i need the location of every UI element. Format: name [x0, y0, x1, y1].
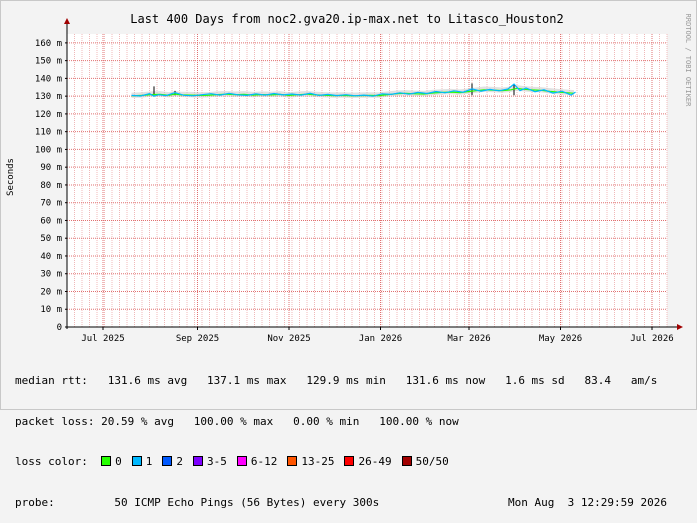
packet-loss-row: packet loss: 20.59 % avg 100.00 % max 0.… [15, 415, 695, 429]
y-tick-label: 90 m [40, 163, 62, 173]
loss-color-item-label: 26-49 [358, 455, 392, 468]
loss-color-swatch [131, 456, 142, 466]
legend-area: median rtt: 131.6 ms avg 137.1 ms max 12… [15, 347, 695, 523]
x-tick-label: Jan 2026 [359, 334, 402, 344]
y-tick-label: 20 m [40, 287, 62, 297]
x-tick-label: May 2026 [539, 334, 582, 344]
loss-color-label: loss color: [15, 455, 88, 468]
loss-color-item: 1 [131, 455, 153, 468]
loss-color-item-label: 1 [145, 455, 153, 468]
x-tick-label: Nov 2025 [267, 334, 310, 344]
y-tick-label: 40 m [40, 252, 62, 262]
y-tick-label: 60 m [40, 216, 62, 226]
loss-color-item-label: 0 [115, 455, 122, 468]
loss-color-item-label: 50/50 [415, 455, 449, 468]
side-label: RRDTOOL / TOBI OETIKER [684, 14, 692, 108]
x-tick-label: Mar 2026 [447, 334, 490, 344]
y-tick-label: 110 m [35, 128, 62, 138]
y-tick-label: 80 m [40, 181, 62, 191]
y-tick-label: 130 m [35, 92, 62, 102]
loss-color-swatch [162, 456, 173, 466]
y-tick-label: 70 m [40, 199, 62, 209]
y-axis-label: Seconds [6, 158, 16, 196]
loss-color-row: loss color: 0 1 2 3-5 6-12 13-25 26-49 50/50 [15, 455, 695, 469]
y-tick-label: 120 m [35, 110, 62, 120]
loss-color-item-label: 3-5 [206, 455, 227, 468]
loss-color-item: 3-5 [192, 455, 227, 468]
chart: Last 400 Days from noc2.gva20.ip-max.net… [6, 12, 692, 344]
y-tick-label: 10 m [40, 305, 62, 315]
packet-loss-text: packet loss: 20.59 % avg 100.00 % max 0.… [15, 414, 459, 428]
loss-color-item-label: 13-25 [301, 455, 335, 468]
probe-row: probe: 50 ICMP Echo Pings (56 Bytes) eve… [15, 496, 695, 510]
y-axis-arrow [64, 18, 70, 24]
loss-color-swatch [287, 456, 298, 466]
probe-label: probe: [15, 495, 55, 509]
x-tick-label: Jul 2025 [81, 334, 124, 344]
y-tick-label: 160 m [35, 39, 62, 49]
median-rtt-text: median rtt: 131.6 ms avg 137.1 ms max 12… [15, 374, 658, 387]
loss-color-item-label: 2 [176, 455, 183, 468]
probe-text: 50 ICMP Echo Pings (56 Bytes) every 300s [114, 495, 380, 509]
loss-color-swatch [401, 456, 412, 466]
loss-color-item-label: 6-12 [250, 455, 278, 468]
y-tick-label: 140 m [35, 74, 62, 84]
y-tick-label: 50 m [40, 234, 62, 244]
loss-color-swatch [101, 456, 112, 466]
y-tick-label: 0 [57, 323, 62, 333]
chart-title: Last 400 Days from noc2.gva20.ip-max.net… [130, 12, 563, 26]
loss-color-item: 13-25 [287, 455, 334, 468]
loss-color-swatch [236, 456, 247, 466]
loss-color-item: 0 [101, 455, 122, 468]
y-tick-label: 30 m [40, 270, 62, 280]
y-tick-label: 150 m [35, 57, 62, 67]
loss-color-item: 2 [162, 455, 183, 468]
y-tick-label: 100 m [35, 145, 62, 155]
loss-color-item: 50/50 [401, 455, 449, 468]
probe-date: Mon Aug 3 12:29:59 2026 [508, 495, 667, 509]
x-axis-arrow [677, 324, 683, 330]
x-tick-label: Jul 2026 [630, 334, 673, 344]
loss-color-swatch [344, 456, 355, 466]
median-rtt-row: median rtt: 131.6 ms avg 137.1 ms max 12… [15, 374, 695, 388]
loss-color-item: 6-12 [236, 455, 278, 468]
loss-color-legend: 0 1 2 3-5 6-12 13-25 26-49 50/50 [101, 455, 459, 468]
loss-color-item: 26-49 [344, 455, 392, 468]
loss-color-swatch [192, 456, 203, 466]
x-tick-label: Sep 2025 [176, 334, 219, 344]
